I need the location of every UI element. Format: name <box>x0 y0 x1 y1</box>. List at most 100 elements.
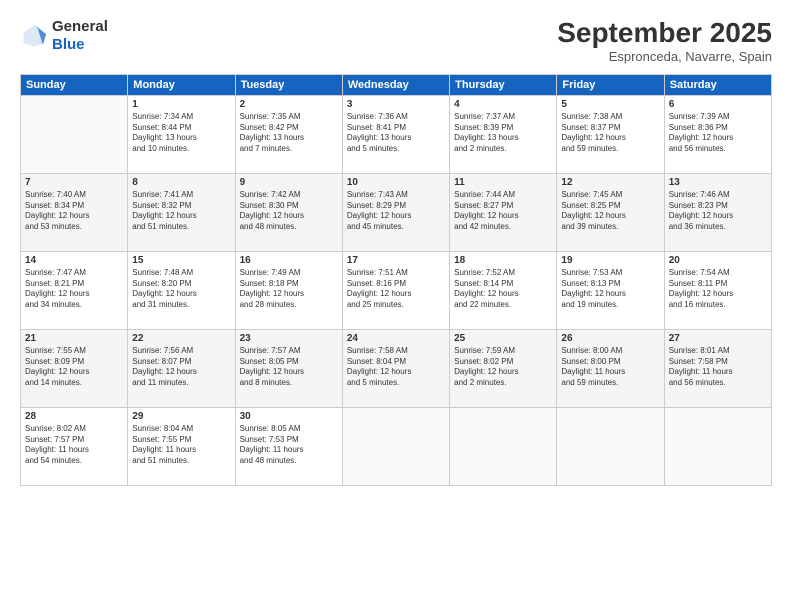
cell-info: Sunrise: 7:44 AM Sunset: 8:27 PM Dayligh… <box>454 190 552 233</box>
day-number: 25 <box>454 333 552 344</box>
cell-info: Sunrise: 8:00 AM Sunset: 8:00 PM Dayligh… <box>561 346 659 389</box>
cell-info: Sunrise: 7:45 AM Sunset: 8:25 PM Dayligh… <box>561 190 659 233</box>
day-number: 7 <box>25 177 123 188</box>
cell-info: Sunrise: 7:36 AM Sunset: 8:41 PM Dayligh… <box>347 112 445 155</box>
calendar-cell <box>557 407 664 485</box>
cell-info: Sunrise: 8:05 AM Sunset: 7:53 PM Dayligh… <box>240 424 338 467</box>
logo-general: General <box>52 18 108 35</box>
cell-info: Sunrise: 7:38 AM Sunset: 8:37 PM Dayligh… <box>561 112 659 155</box>
calendar-cell: 30 Sunrise: 8:05 AM Sunset: 7:53 PM Dayli… <box>235 407 342 485</box>
calendar-cell: 26 Sunrise: 8:00 AM Sunset: 8:00 PM Dayli… <box>557 329 664 407</box>
calendar-cell: 15 Sunrise: 7:48 AM Sunset: 8:20 PM Dayli… <box>128 251 235 329</box>
calendar-header-wednesday: Wednesday <box>342 74 449 95</box>
cell-info: Sunrise: 7:39 AM Sunset: 8:36 PM Dayligh… <box>669 112 767 155</box>
month-title: September 2025 <box>557 18 772 49</box>
calendar-cell: 1 Sunrise: 7:34 AM Sunset: 8:44 PM Daylig… <box>128 95 235 173</box>
cell-info: Sunrise: 7:35 AM Sunset: 8:42 PM Dayligh… <box>240 112 338 155</box>
calendar-header-friday: Friday <box>557 74 664 95</box>
calendar-body: 1 Sunrise: 7:34 AM Sunset: 8:44 PM Daylig… <box>21 95 772 485</box>
calendar-cell: 3 Sunrise: 7:36 AM Sunset: 8:41 PM Daylig… <box>342 95 449 173</box>
cell-info: Sunrise: 7:58 AM Sunset: 8:04 PM Dayligh… <box>347 346 445 389</box>
calendar-week-row: 28 Sunrise: 8:02 AM Sunset: 7:57 PM Dayli… <box>21 407 772 485</box>
day-number: 13 <box>669 177 767 188</box>
day-number: 14 <box>25 255 123 266</box>
cell-info: Sunrise: 7:57 AM Sunset: 8:05 PM Dayligh… <box>240 346 338 389</box>
calendar-cell <box>21 95 128 173</box>
calendar-cell: 18Sunrise: 7:52 AM Sunset: 8:14 PM Dayli… <box>450 251 557 329</box>
calendar-cell: 20Sunrise: 7:54 AM Sunset: 8:11 PM Dayli… <box>664 251 771 329</box>
title-block: September 2025 Espronceda, Navarre, Spai… <box>557 18 772 64</box>
calendar-cell: 6Sunrise: 7:39 AM Sunset: 8:36 PM Daylig… <box>664 95 771 173</box>
page: General Blue September 2025 Espronceda, … <box>0 0 792 612</box>
day-number: 12 <box>561 177 659 188</box>
calendar-cell: 11 Sunrise: 7:44 AM Sunset: 8:27 PM Dayli… <box>450 173 557 251</box>
day-number: 10 <box>347 177 445 188</box>
calendar-cell: 24 Sunrise: 7:58 AM Sunset: 8:04 PM Dayli… <box>342 329 449 407</box>
cell-info: Sunrise: 7:56 AM Sunset: 8:07 PM Dayligh… <box>132 346 230 389</box>
day-number: 17 <box>347 255 445 266</box>
calendar-week-row: 7 Sunrise: 7:40 AM Sunset: 8:34 PM Daylig… <box>21 173 772 251</box>
calendar-week-row: 1 Sunrise: 7:34 AM Sunset: 8:44 PM Daylig… <box>21 95 772 173</box>
cell-info: Sunrise: 7:51 AM Sunset: 8:16 PM Dayligh… <box>347 268 445 311</box>
calendar-week-row: 21 Sunrise: 7:55 AM Sunset: 8:09 PM Dayli… <box>21 329 772 407</box>
calendar-cell <box>450 407 557 485</box>
calendar-cell: 22 Sunrise: 7:56 AM Sunset: 8:07 PM Dayli… <box>128 329 235 407</box>
day-number: 11 <box>454 177 552 188</box>
calendar-cell: 5 Sunrise: 7:38 AM Sunset: 8:37 PM Daylig… <box>557 95 664 173</box>
cell-info: Sunrise: 7:47 AM Sunset: 8:21 PM Dayligh… <box>25 268 123 311</box>
day-number: 1 <box>132 99 230 110</box>
calendar-cell: 13Sunrise: 7:46 AM Sunset: 8:23 PM Dayli… <box>664 173 771 251</box>
calendar-cell: 28 Sunrise: 8:02 AM Sunset: 7:57 PM Dayli… <box>21 407 128 485</box>
cell-info: Sunrise: 8:01 AM Sunset: 7:58 PM Dayligh… <box>669 346 767 389</box>
calendar-header-row: SundayMondayTuesdayWednesdayThursdayFrid… <box>21 74 772 95</box>
calendar-cell: 4 Sunrise: 7:37 AM Sunset: 8:39 PM Daylig… <box>450 95 557 173</box>
header: General Blue September 2025 Espronceda, … <box>20 18 772 64</box>
calendar-header-thursday: Thursday <box>450 74 557 95</box>
calendar-cell: 21 Sunrise: 7:55 AM Sunset: 8:09 PM Dayli… <box>21 329 128 407</box>
calendar-cell: 17 Sunrise: 7:51 AM Sunset: 8:16 PM Dayli… <box>342 251 449 329</box>
day-number: 28 <box>25 411 123 422</box>
logo-text: General Blue <box>52 18 108 54</box>
day-number: 2 <box>240 99 338 110</box>
calendar-cell: 7 Sunrise: 7:40 AM Sunset: 8:34 PM Daylig… <box>21 173 128 251</box>
logo: General Blue <box>20 18 108 54</box>
cell-info: Sunrise: 7:53 AM Sunset: 8:13 PM Dayligh… <box>561 268 659 311</box>
cell-info: Sunrise: 7:40 AM Sunset: 8:34 PM Dayligh… <box>25 190 123 233</box>
day-number: 8 <box>132 177 230 188</box>
cell-info: Sunrise: 7:52 AM Sunset: 8:14 PM Dayligh… <box>454 268 552 311</box>
cell-info: Sunrise: 7:48 AM Sunset: 8:20 PM Dayligh… <box>132 268 230 311</box>
day-number: 30 <box>240 411 338 422</box>
day-number: 24 <box>347 333 445 344</box>
day-number: 26 <box>561 333 659 344</box>
cell-info: Sunrise: 7:59 AM Sunset: 8:02 PM Dayligh… <box>454 346 552 389</box>
calendar-header-sunday: Sunday <box>21 74 128 95</box>
day-number: 4 <box>454 99 552 110</box>
calendar-cell: 2 Sunrise: 7:35 AM Sunset: 8:42 PM Daylig… <box>235 95 342 173</box>
day-number: 5 <box>561 99 659 110</box>
cell-info: Sunrise: 7:49 AM Sunset: 8:18 PM Dayligh… <box>240 268 338 311</box>
cell-info: Sunrise: 7:37 AM Sunset: 8:39 PM Dayligh… <box>454 112 552 155</box>
day-number: 21 <box>25 333 123 344</box>
day-number: 23 <box>240 333 338 344</box>
day-number: 3 <box>347 99 445 110</box>
calendar-cell: 12 Sunrise: 7:45 AM Sunset: 8:25 PM Dayli… <box>557 173 664 251</box>
day-number: 19 <box>561 255 659 266</box>
location-subtitle: Espronceda, Navarre, Spain <box>557 49 772 64</box>
calendar-cell: 27Sunrise: 8:01 AM Sunset: 7:58 PM Dayli… <box>664 329 771 407</box>
cell-info: Sunrise: 7:55 AM Sunset: 8:09 PM Dayligh… <box>25 346 123 389</box>
logo-blue: Blue <box>52 36 85 53</box>
calendar-cell: 14 Sunrise: 7:47 AM Sunset: 8:21 PM Dayli… <box>21 251 128 329</box>
cell-info: Sunrise: 7:41 AM Sunset: 8:32 PM Dayligh… <box>132 190 230 233</box>
calendar-header-tuesday: Tuesday <box>235 74 342 95</box>
calendar-cell: 25 Sunrise: 7:59 AM Sunset: 8:02 PM Dayli… <box>450 329 557 407</box>
day-number: 22 <box>132 333 230 344</box>
day-number: 16 <box>240 255 338 266</box>
calendar-table: SundayMondayTuesdayWednesdayThursdayFrid… <box>20 74 772 486</box>
calendar-cell: 29Sunrise: 8:04 AM Sunset: 7:55 PM Dayli… <box>128 407 235 485</box>
cell-info: Sunrise: 8:02 AM Sunset: 7:57 PM Dayligh… <box>25 424 123 467</box>
calendar-cell: 16 Sunrise: 7:49 AM Sunset: 8:18 PM Dayli… <box>235 251 342 329</box>
calendar-cell: 9Sunrise: 7:42 AM Sunset: 8:30 PM Daylig… <box>235 173 342 251</box>
day-number: 15 <box>132 255 230 266</box>
calendar-cell <box>342 407 449 485</box>
cell-info: Sunrise: 7:34 AM Sunset: 8:44 PM Dayligh… <box>132 112 230 155</box>
